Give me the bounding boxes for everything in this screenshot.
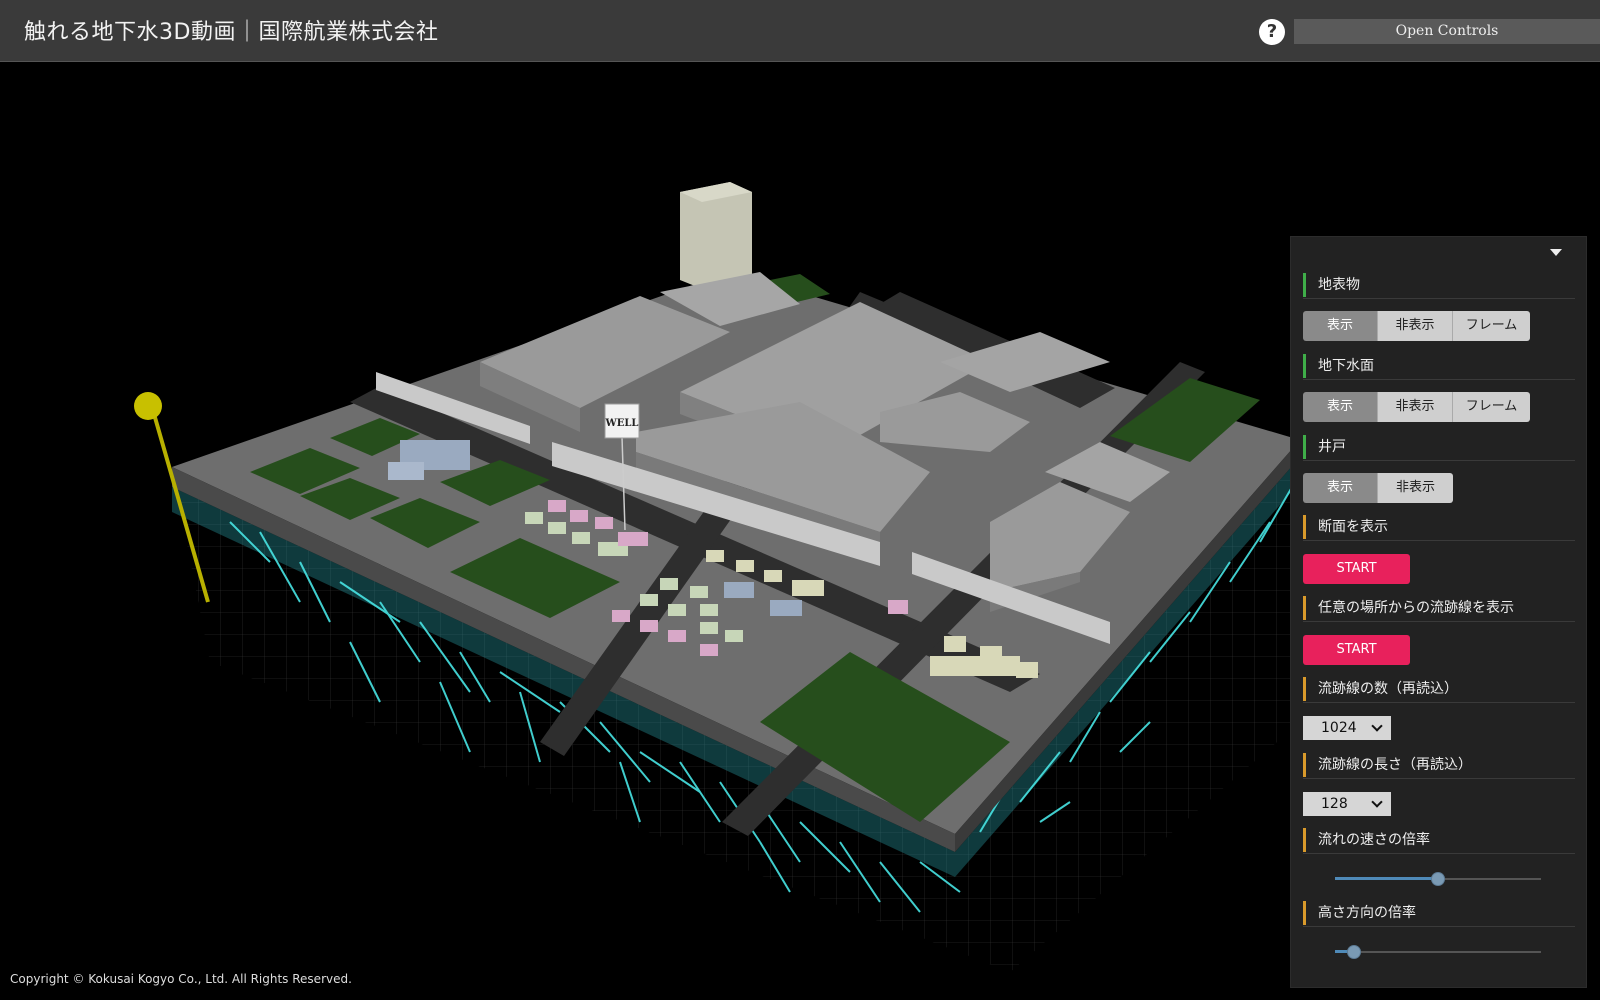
section-cross-section-label: 断面を表示 <box>1303 515 1575 541</box>
controls-panel: 地表物 表示 非表示 フレーム 地下水面 表示 非表示 フレーム 井戸 表示 非… <box>1290 236 1587 988</box>
section-surface-label: 地表物 <box>1303 273 1575 299</box>
water-table-toggle-group: 表示 非表示 フレーム <box>1303 392 1530 422</box>
section-water-table-label: 地下水面 <box>1303 354 1575 380</box>
app-header: 触れる地下水3D動画｜国際航業株式会社 ? Open Controls <box>0 0 1600 62</box>
page-title: 触れる地下水3D動画｜国際航業株式会社 <box>24 20 439 45</box>
help-button[interactable]: ? <box>1259 19 1285 45</box>
flow-speed-slider[interactable] <box>1335 871 1541 887</box>
water-table-hide-button[interactable]: 非表示 <box>1378 392 1453 422</box>
flow-speed-slider-thumb[interactable] <box>1431 872 1445 886</box>
well-toggle-group: 表示 非表示 <box>1303 473 1453 503</box>
streamline-start-button[interactable]: START <box>1303 635 1410 665</box>
chevron-down-icon <box>1371 796 1383 808</box>
water-table-frame-button[interactable]: フレーム <box>1453 392 1530 422</box>
well-sign-label: WELL <box>605 418 639 429</box>
open-controls-button[interactable]: Open Controls <box>1294 19 1600 44</box>
well-show-button[interactable]: 表示 <box>1303 473 1378 503</box>
pole-sphere <box>134 392 162 420</box>
surface-toggle-group: 表示 非表示 フレーム <box>1303 311 1530 341</box>
section-streamline-count-label: 流跡線の数（再読込） <box>1303 677 1575 703</box>
streamline-count-select[interactable]: 1024 <box>1303 716 1391 740</box>
section-streamline-any-label: 任意の場所からの流跡線を表示 <box>1303 596 1575 622</box>
section-streamline-length-label: 流跡線の長さ（再読込） <box>1303 753 1575 779</box>
well-hide-button[interactable]: 非表示 <box>1378 473 1453 503</box>
section-well-label: 井戸 <box>1303 435 1575 461</box>
surface-frame-button[interactable]: フレーム <box>1453 311 1530 341</box>
cross-section-start-button[interactable]: START <box>1303 554 1410 584</box>
surface-show-button[interactable]: 表示 <box>1303 311 1378 341</box>
streamline-length-select[interactable]: 128 <box>1303 792 1391 816</box>
collapse-triangle-icon[interactable] <box>1550 249 1562 256</box>
flow-speed-slider-fill <box>1335 877 1438 880</box>
height-scale-slider-thumb[interactable] <box>1347 945 1361 959</box>
copyright: Copyright © Kokusai Kogyo Co., Ltd. All … <box>10 972 352 986</box>
chevron-down-icon <box>1371 720 1383 732</box>
section-flow-speed-label: 流れの速さの倍率 <box>1303 828 1575 854</box>
section-height-scale-label: 高さ方向の倍率 <box>1303 901 1575 927</box>
height-scale-slider[interactable] <box>1335 944 1541 960</box>
surface-hide-button[interactable]: 非表示 <box>1378 311 1453 341</box>
water-table-show-button[interactable]: 表示 <box>1303 392 1378 422</box>
